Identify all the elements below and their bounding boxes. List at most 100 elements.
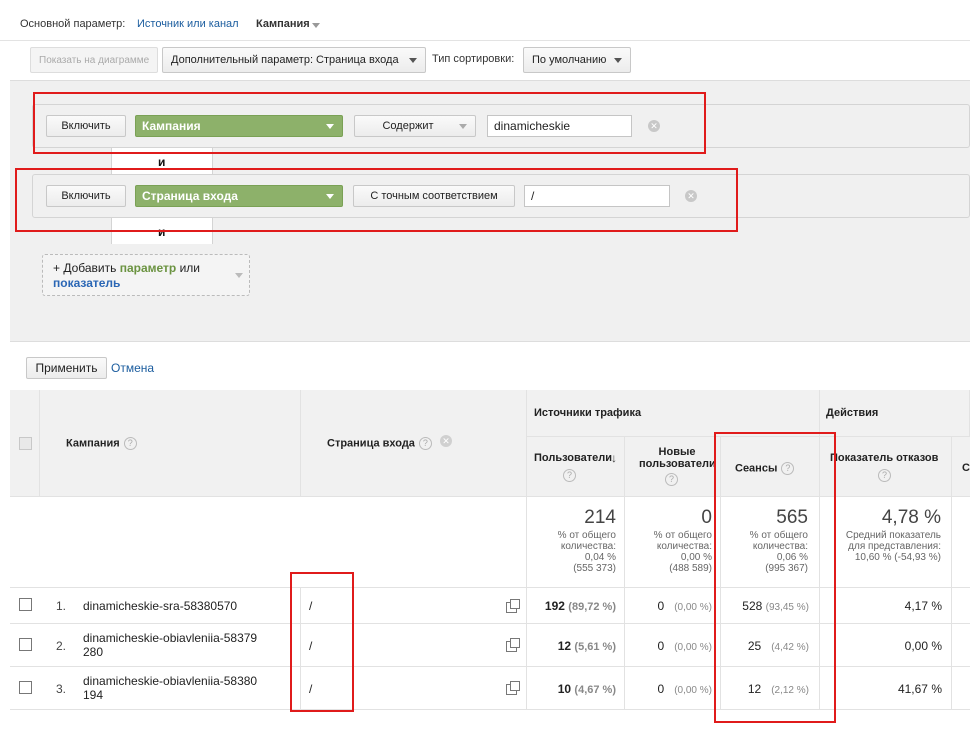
landing-header-label: Страница входа	[327, 437, 415, 450]
table-row	[10, 624, 40, 667]
add-label: + Добавить	[53, 261, 117, 275]
new-users-cell: 0 (0,00 %)	[625, 624, 721, 667]
primary-dimension-current[interactable]: Кампания	[256, 18, 310, 30]
help-icon[interactable]: ?	[123, 437, 137, 450]
campaign-cell: 2. dinamicheskie-obiavleniia-58379280	[40, 624, 301, 667]
header-checkbox-cell	[10, 390, 40, 497]
help-icon[interactable]: ?	[418, 437, 432, 450]
campaign-cell: 1. dinamicheskie-sra-58380570	[40, 588, 301, 624]
or-label: или	[179, 261, 201, 275]
cut-header-label: С	[962, 462, 970, 474]
show-on-chart-button[interactable]: Показать на диаграмме	[30, 47, 158, 73]
table-row	[10, 588, 40, 624]
users-percent: (89,72 %)	[568, 601, 616, 613]
totals-sub-line: 0,04 %	[584, 552, 616, 563]
highlight-frame-sessions-column	[714, 432, 836, 723]
campaign-name[interactable]: dinamicheskie-sra-58380570	[83, 599, 237, 613]
header-new-users[interactable]: Новые пользователи ?	[625, 437, 721, 497]
add-metric-link[interactable]: показатель	[53, 276, 120, 290]
help-icon[interactable]: ?	[665, 473, 678, 486]
row-number: 1.	[56, 599, 67, 613]
totals-sub-line: % от общего	[653, 530, 712, 541]
row-checkbox[interactable]	[19, 638, 32, 651]
apply-button[interactable]: Применить	[26, 357, 107, 379]
new-users-value: 0	[657, 639, 665, 653]
totals-sub-line: % от общего	[557, 530, 616, 541]
campaign-cell: 3. dinamicheskie-obiavleniia-58380194	[40, 667, 301, 710]
header-landing-page[interactable]: Страница входа? ✕	[301, 390, 527, 497]
row-checkbox[interactable]	[19, 598, 32, 611]
primary-dimension-bar: Основной параметр: Источник или канал Ка…	[0, 0, 970, 40]
open-link-icon[interactable]	[506, 681, 520, 695]
highlight-frame-filter-campaign	[33, 92, 706, 154]
actions-group-label: Действия	[826, 407, 879, 419]
totals-sub-line: Средний показатель	[845, 530, 941, 541]
highlight-frame-filter-landing	[15, 168, 738, 232]
total-bounce-value: 4,78 %	[881, 507, 941, 528]
primary-dimension-link[interactable]: Источник или канал	[137, 18, 239, 30]
totals-sub-line: для представления:	[848, 541, 941, 552]
bounce-header-label: Показатель отказов	[830, 452, 939, 464]
add-parameter-link[interactable]: параметр	[120, 261, 177, 275]
totals-sub-line: (555 373)	[573, 563, 616, 574]
cut-cell	[952, 624, 970, 667]
totals-cut	[952, 497, 970, 588]
totals-cell	[10, 497, 40, 588]
new-users-cell: 0 (0,00 %)	[625, 588, 721, 624]
chevron-down-icon	[409, 58, 417, 63]
totals-new-users: 0 % от общего количества: 0,00 % (488 58…	[625, 497, 721, 588]
users-cell: 192 (89,72 %)	[527, 588, 625, 624]
sort-type-label: Тип сортировки:	[432, 53, 515, 65]
and-label: и	[158, 155, 166, 169]
open-link-icon[interactable]	[506, 638, 520, 652]
users-cell: 12 (5,61 %)	[527, 624, 625, 667]
totals-cell	[40, 497, 527, 588]
new-users-header-label: Новые пользователи	[639, 446, 716, 470]
campaign-name[interactable]: dinamicheskie-obiavleniia-58380194	[83, 674, 263, 702]
sort-type-dropdown[interactable]: По умолчанию	[523, 47, 631, 73]
sort-type-value: По умолчанию	[532, 54, 607, 66]
totals-users: 214 % от общего количества: 0,04 % (555 …	[527, 497, 625, 588]
header-group-actions: Действия	[820, 390, 970, 437]
header-cut-column[interactable]: С	[952, 437, 970, 497]
header-users[interactable]: Пользователи ↓ ?	[527, 437, 625, 497]
bounce-value: 41,67 %	[897, 682, 942, 696]
chevron-down-icon[interactable]	[312, 23, 320, 28]
campaign-name[interactable]: dinamicheskie-obiavleniia-58379280	[83, 631, 263, 659]
totals-sub-line: 0,00 %	[680, 552, 712, 563]
add-parameter-button[interactable]: + Добавить параметр или показатель	[42, 254, 250, 296]
remove-dimension-icon[interactable]: ✕	[440, 435, 452, 447]
bounce-value: 4,17 %	[904, 599, 942, 613]
help-icon[interactable]: ?	[878, 469, 891, 482]
row-number: 3.	[56, 682, 67, 696]
new-users-percent: (0,00 %)	[674, 642, 712, 653]
open-link-icon[interactable]	[506, 599, 520, 613]
row-checkbox[interactable]	[19, 681, 32, 694]
table-row	[10, 667, 40, 710]
users-value: 10	[557, 682, 572, 696]
new-users-percent: (0,00 %)	[674, 685, 712, 696]
select-all-checkbox[interactable]	[19, 437, 32, 450]
totals-sub-line: 10,60 % (-54,93 %)	[854, 552, 941, 563]
new-users-cell: 0 (0,00 %)	[625, 667, 721, 710]
bounce-cell: 0,00 %	[820, 624, 952, 667]
users-percent: (5,61 %)	[574, 641, 616, 653]
cut-cell	[952, 667, 970, 710]
table-toolbar: Показать на диаграмме Дополнительный пар…	[0, 40, 970, 78]
cut-cell	[952, 588, 970, 624]
total-users-value: 214	[584, 507, 616, 528]
users-value: 12	[557, 639, 572, 653]
header-campaign[interactable]: Кампания?	[40, 390, 301, 497]
header-bounce-rate[interactable]: Показатель отказов ?	[820, 437, 952, 497]
users-header-label: Пользователи	[534, 452, 613, 464]
bounce-cell: 41,67 %	[820, 667, 952, 710]
cancel-link[interactable]: Отмена	[111, 361, 154, 375]
secondary-dimension-dropdown[interactable]: Дополнительный параметр: Страница входа	[162, 47, 426, 73]
header-group-traffic: Источники трафика	[527, 390, 820, 437]
totals-sub-line: количества:	[560, 541, 616, 552]
total-new-users-value: 0	[701, 507, 712, 528]
help-icon[interactable]: ?	[563, 469, 576, 482]
chevron-down-icon	[235, 273, 243, 278]
users-value: 192	[544, 599, 565, 613]
traffic-group-label: Источники трафика	[534, 407, 642, 419]
